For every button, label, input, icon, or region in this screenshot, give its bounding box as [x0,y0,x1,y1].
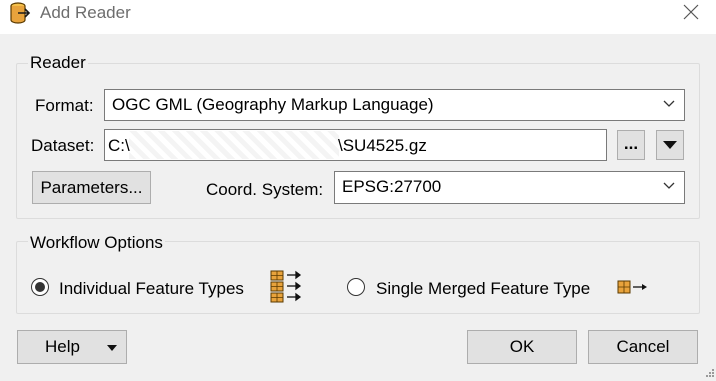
dataset-prefix: C:\ [108,136,130,155]
workflow-group-label: Workflow Options [28,233,165,253]
dataset-menu-button[interactable] [656,130,684,160]
ok-button[interactable]: OK [467,330,577,364]
coord-system-value: EPSG:27700 [342,177,442,196]
reader-group-label: Reader [28,53,88,73]
close-icon[interactable] [681,2,701,22]
window-title: Add Reader [40,3,131,22]
single-merged-feature-type-radio[interactable] [347,278,365,296]
dataset-suffix: \SU4525.gz [338,136,427,155]
help-button[interactable]: Help [17,330,127,364]
format-value: OGC GML (Geography Markup Language) [112,95,434,114]
chevron-down-icon [663,100,675,107]
title-bar: Add Reader [0,0,716,34]
browse-button[interactable]: ... [617,130,645,160]
coord-system-label: Coord. System: [206,180,324,199]
format-dropdown[interactable]: OGC GML (Geography Markup Language) [104,89,685,121]
add-reader-icon [10,2,31,24]
parameters-button[interactable]: Parameters... [32,171,151,204]
single-merged-feature-type-icon [617,280,647,294]
cancel-button[interactable]: Cancel [588,330,698,364]
resize-grip-icon[interactable] [703,368,715,380]
triangle-down-icon [107,345,117,351]
individual-feature-types-radio[interactable] [31,278,49,296]
individual-feature-types-label: Individual Feature Types [59,279,244,298]
coord-system-dropdown[interactable]: EPSG:27700 [334,171,685,204]
redacted-path [129,131,339,159]
radio-selected-dot [35,282,45,292]
individual-feature-types-icon [270,270,302,303]
format-label: Format: [35,96,94,115]
triangle-down-icon [663,141,677,149]
single-merged-feature-type-label: Single Merged Feature Type [376,279,591,298]
help-label: Help [45,337,80,356]
dataset-label: Dataset: [31,136,95,155]
chevron-down-icon [663,182,675,189]
